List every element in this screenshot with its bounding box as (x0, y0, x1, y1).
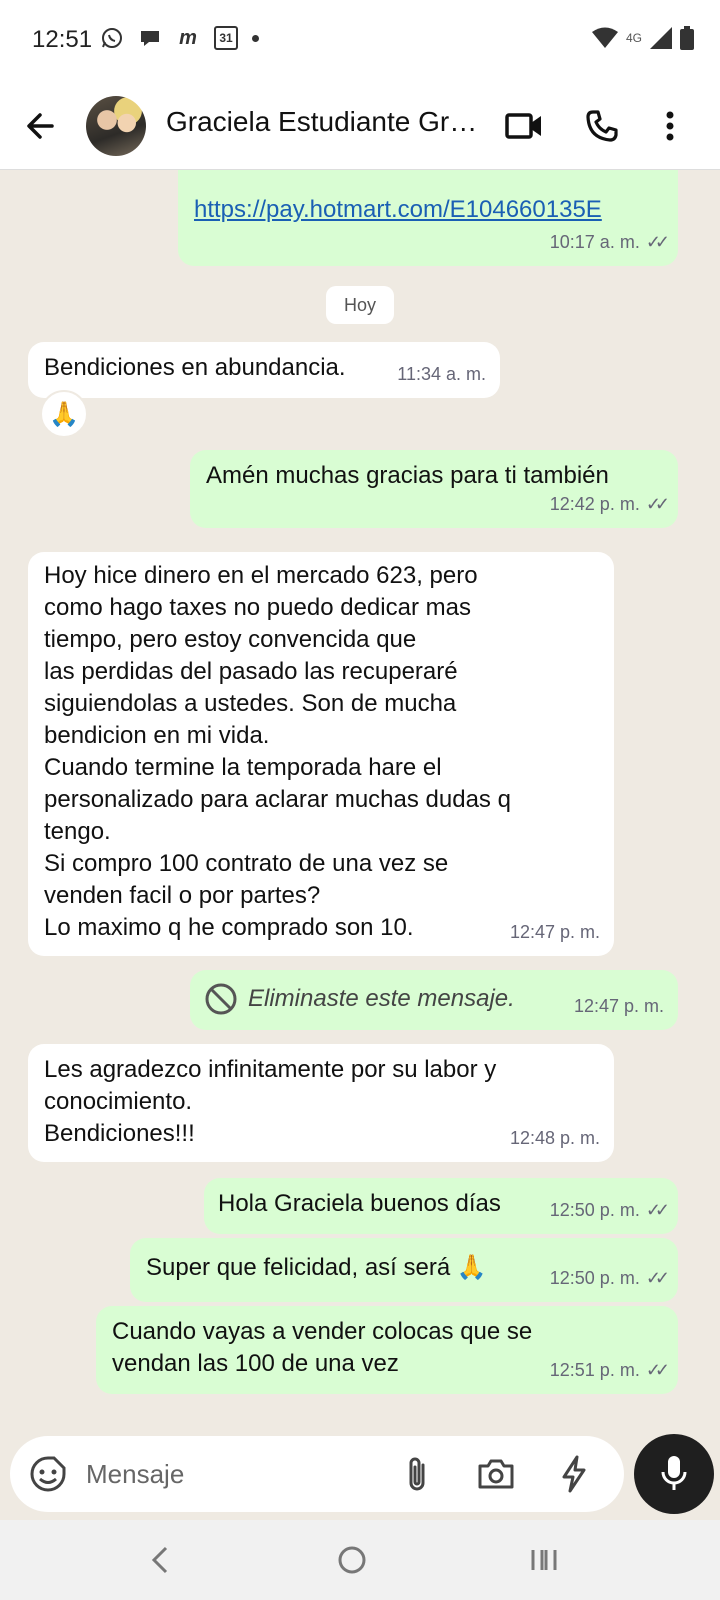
message-time: 12:48 p. m. (509, 1128, 600, 1148)
message-time: 10:17 a. m. (549, 232, 640, 252)
read-ticks-icon: ✓✓ (645, 232, 670, 252)
message-text: Les agradezco infinitamente por su labor… (44, 1056, 497, 1147)
bolt-icon[interactable] (554, 1454, 594, 1494)
message-meta: 12:51 p. m. ✓✓ (549, 1354, 670, 1386)
avatar[interactable] (86, 96, 146, 156)
day-separator: Hoy (326, 286, 394, 324)
phone-icon[interactable] (580, 104, 624, 148)
read-ticks-icon: ✓✓ (645, 1200, 670, 1220)
message-meta: 12:47 p. m. (510, 916, 600, 948)
video-call-icon[interactable] (502, 104, 546, 148)
message-text: Hoy hice dinero en el mercado 623, pero … (44, 562, 511, 941)
message-meta: 12:50 p. m. ✓✓ (549, 1262, 670, 1294)
message-meta: 12:50 p. m. ✓✓ (549, 1194, 670, 1226)
chat-area[interactable]: https://pay.hotmart.com/E104660135E 10:1… (0, 170, 720, 1426)
m-icon: m (179, 27, 197, 49)
message-meta: 12:48 p. m. (510, 1122, 600, 1154)
message-bubble-outgoing[interactable]: Amén muchas gracias para ti también 12:4… (190, 450, 678, 528)
message-bubble-incoming[interactable]: Les agradezco infinitamente por su labor… (28, 1044, 614, 1162)
message-input[interactable] (86, 1454, 336, 1494)
message-meta: 10:17 a. m. ✓✓ (549, 226, 670, 258)
message-text: Amén muchas gracias para ti también (206, 462, 609, 489)
message-meta: 12:42 p. m. ✓✓ (549, 488, 670, 520)
wifi-icon (591, 27, 618, 48)
nav-recents-icon[interactable] (524, 1540, 564, 1580)
chat-icon (138, 26, 162, 50)
contact-name[interactable]: Graciela Estudiante Gr… (166, 106, 486, 138)
message-time: 12:50 p. m. (549, 1268, 640, 1288)
attach-icon[interactable] (398, 1454, 438, 1494)
mic-button[interactable] (634, 1434, 714, 1514)
chat-header: Graciela Estudiante Gr… (0, 84, 720, 170)
more-vert-icon[interactable] (648, 104, 692, 148)
message-time: 12:47 p. m. (573, 996, 664, 1016)
network-label: 4G (625, 31, 642, 45)
message-text: Cuando vayas a vender colocas que se ven… (112, 1318, 533, 1377)
message-bubble-deleted[interactable]: Eliminaste este mensaje. 12:47 p. m. (190, 970, 678, 1030)
deleted-icon (205, 983, 237, 1015)
message-text: Super que felicidad, así será 🙏 (146, 1254, 487, 1281)
message-time: 11:34 a. m. (397, 364, 486, 384)
status-bar: 12:51 m 31 4G (0, 0, 720, 84)
message-text: Bendiciones en abundancia. (44, 354, 346, 381)
calendar-icon: 31 (214, 26, 238, 50)
system-nav-bar (0, 1520, 720, 1600)
battery-icon (680, 26, 694, 50)
message-time: 12:42 p. m. (549, 494, 640, 514)
message-meta: 11:34 a. m. (397, 358, 486, 390)
message-composer (10, 1436, 624, 1512)
mic-icon (661, 1456, 687, 1490)
message-bubble-outgoing[interactable]: https://pay.hotmart.com/E104660135E 10:1… (178, 170, 678, 266)
message-time: 12:47 p. m. (509, 922, 600, 942)
message-text: Hola Graciela buenos días (218, 1190, 501, 1217)
back-arrow-icon[interactable] (22, 106, 62, 146)
reaction-emoji[interactable]: 🙏 (40, 390, 88, 438)
message-bubble-outgoing[interactable]: Cuando vayas a vender colocas que se ven… (96, 1306, 678, 1394)
deleted-text: Eliminaste este mensaje. (248, 985, 515, 1012)
message-bubble-outgoing[interactable]: Super que felicidad, así será 🙏 12:50 p.… (130, 1238, 678, 1302)
dot-icon (252, 34, 259, 42)
message-time: 12:50 p. m. (549, 1200, 640, 1220)
notification-icons: m 31 (100, 26, 259, 50)
nav-home-icon[interactable] (332, 1540, 372, 1580)
signal-icon (650, 27, 672, 49)
camera-icon[interactable] (476, 1454, 516, 1494)
message-time: 12:51 p. m. (549, 1360, 640, 1380)
message-bubble-incoming[interactable]: Hoy hice dinero en el mercado 623, pero … (28, 552, 614, 956)
message-bubble-incoming[interactable]: Bendiciones en abundancia. 11:34 a. m. (28, 342, 500, 398)
read-ticks-icon: ✓✓ (645, 494, 670, 514)
system-icons: 4G (591, 26, 694, 50)
read-ticks-icon: ✓✓ (645, 1268, 670, 1288)
sticker-icon[interactable] (28, 1454, 68, 1494)
message-bubble-outgoing[interactable]: Hola Graciela buenos días 12:50 p. m. ✓✓ (204, 1178, 678, 1234)
message-meta: 12:47 p. m. (574, 990, 664, 1022)
message-link[interactable]: https://pay.hotmart.com/E104660135E (194, 196, 602, 223)
status-time: 12:51 (32, 26, 93, 53)
nav-back-icon[interactable] (140, 1540, 180, 1580)
whatsapp-icon (100, 26, 124, 50)
read-ticks-icon: ✓✓ (645, 1360, 670, 1380)
